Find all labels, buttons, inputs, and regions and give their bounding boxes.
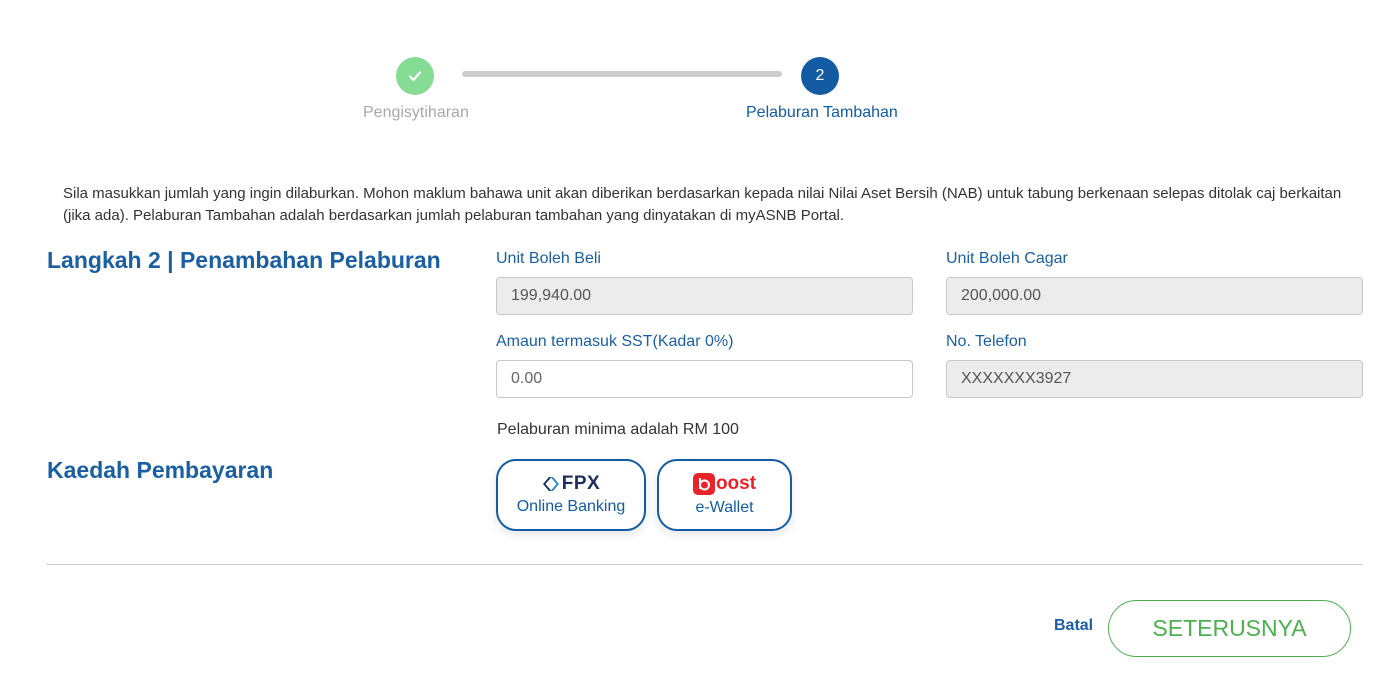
boost-logo-icon: oost	[692, 473, 757, 495]
unit-boleh-beli-value: 199,940.00	[511, 287, 592, 304]
section-title-investment: Langkah 2 | Penambahan Pelaburan	[47, 247, 441, 273]
section-title-payment: Kaedah Pembayaran	[47, 457, 274, 483]
cancel-link[interactable]: Batal	[1054, 617, 1093, 635]
section-divider	[46, 564, 1363, 565]
step-label-pengisytiharan: Pengisytiharan	[363, 104, 469, 121]
unit-boleh-beli-field: 199,940.00	[496, 277, 913, 315]
amount-input[interactable]: 0.00	[496, 360, 913, 398]
unit-boleh-cagar-field: 200,000.00	[946, 277, 1363, 315]
checkmark-icon	[408, 71, 422, 82]
instruction-text: Sila masukkan jumlah yang ingin dilaburk…	[63, 185, 1342, 224]
minimum-investment-note: Pelaburan minima adalah RM 100	[497, 421, 739, 438]
fpx-online-banking-button[interactable]: FPX Online Banking	[496, 459, 646, 531]
unit-boleh-beli-label: Unit Boleh Beli	[496, 250, 601, 267]
phone-field: XXXXXXX3927	[946, 360, 1363, 398]
unit-boleh-cagar-value: 200,000.00	[961, 287, 1042, 304]
online-banking-label: Online Banking	[516, 498, 626, 515]
fpx-arrows-icon	[542, 477, 559, 491]
amount-label: Amaun termasuk SST(Kadar 0%)	[496, 333, 734, 350]
boost-b-icon	[692, 473, 715, 495]
progress-stepper: 2 Pengisytiharan Pelaburan Tambahan	[0, 0, 1400, 140]
unit-boleh-cagar-label: Unit Boleh Cagar	[946, 250, 1068, 267]
phone-label: No. Telefon	[946, 333, 1027, 350]
boost-ewallet-button[interactable]: oost e-Wallet	[657, 459, 792, 531]
next-button[interactable]: SETERUSNYA	[1108, 600, 1351, 657]
fpx-logo-text: FPX	[561, 473, 601, 494]
ewallet-label: e-Wallet	[695, 499, 754, 516]
phone-value: XXXXXXX3927	[961, 370, 1072, 387]
step-label-pelaburan-tambahan: Pelaburan Tambahan	[746, 104, 898, 121]
step-active-indicator: 2	[801, 57, 839, 95]
fpx-logo-icon: FPX	[542, 473, 601, 494]
stepper-connector	[462, 71, 782, 77]
step-completed-indicator	[396, 57, 434, 95]
boost-logo-text: oost	[715, 473, 757, 494]
amount-placeholder: 0.00	[511, 370, 543, 387]
